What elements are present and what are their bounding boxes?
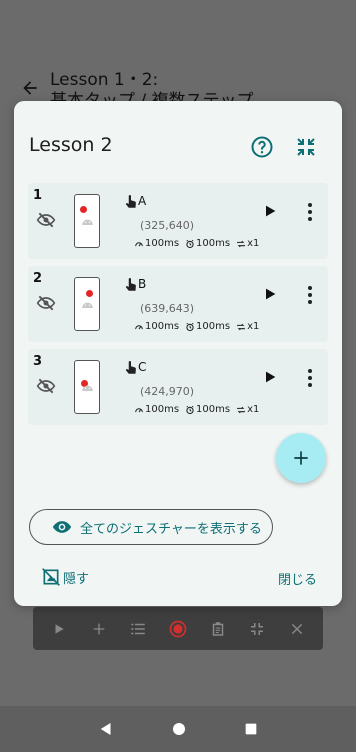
close-button[interactable]: 閉じる: [278, 569, 317, 588]
gesture-list-dialog: Lesson 2 1 A (325,640) 100ms 100ms x1 2: [14, 101, 342, 606]
add-icon: [294, 451, 308, 465]
visibility-off-icon[interactable]: [36, 210, 56, 230]
hide-label: 隠す: [63, 571, 90, 587]
visibility-off-icon[interactable]: [36, 293, 56, 313]
dialog-title: Lesson 2: [29, 134, 113, 156]
hide-button[interactable]: 隠す: [41, 567, 89, 587]
nav-recents-icon[interactable]: [243, 721, 259, 737]
delay-value: 100ms: [196, 321, 231, 332]
play-icon[interactable]: [48, 618, 70, 640]
gesture-card[interactable]: 3 C (424,970) 100ms 100ms x1: [28, 349, 328, 425]
android-icon: [82, 385, 93, 391]
speed-icon: [135, 241, 143, 246]
more-vert-icon[interactable]: [306, 368, 314, 388]
more-vert-icon[interactable]: [306, 285, 314, 305]
tap-point: [80, 206, 87, 213]
repeat-icon: [237, 323, 245, 330]
alarm-icon: [186, 322, 194, 331]
repeat-icon: [237, 240, 245, 247]
close-icon[interactable]: [286, 618, 308, 640]
gesture-name: C: [138, 360, 147, 374]
alarm-icon: [186, 239, 194, 248]
gesture-coords: (639,643): [140, 302, 195, 315]
minimize-icon[interactable]: [294, 135, 318, 159]
gesture-index: 3: [33, 354, 43, 369]
visibility-icon: [52, 521, 72, 533]
gesture-stats: 100ms 100ms x1: [134, 404, 259, 415]
android-icon: [82, 219, 93, 225]
play-icon[interactable]: [262, 369, 278, 385]
help-icon[interactable]: [250, 135, 274, 159]
delay-value: 100ms: [196, 404, 231, 415]
speed-icon: [135, 324, 143, 329]
phone-preview: [74, 360, 100, 414]
duration-value: 100ms: [145, 238, 180, 249]
gesture-name: B: [138, 277, 147, 291]
play-icon[interactable]: [262, 286, 278, 302]
gesture-coords: (325,640): [140, 219, 195, 232]
phone-preview: [74, 194, 100, 248]
back-arrow-icon[interactable]: [20, 78, 40, 98]
repeat-value: x1: [247, 404, 260, 415]
gesture-stats: 100ms 100ms x1: [134, 238, 259, 249]
repeat-value: x1: [247, 238, 260, 249]
collapse-icon[interactable]: [246, 618, 268, 640]
nav-home-icon[interactable]: [170, 720, 188, 738]
gesture-index: 2: [33, 271, 43, 286]
android-icon: [82, 302, 93, 308]
gesture-stats: 100ms 100ms x1: [134, 321, 259, 332]
gesture-coords: (424,970): [140, 385, 195, 398]
duration-value: 100ms: [145, 321, 180, 332]
duration-value: 100ms: [145, 404, 180, 415]
repeat-icon: [237, 406, 245, 413]
clipboard-icon[interactable]: [207, 618, 229, 640]
phone-preview: [74, 277, 100, 331]
show-all-label: 全てのジェスチャーを表示する: [80, 521, 262, 537]
list-icon[interactable]: [127, 618, 149, 640]
speed-icon: [135, 407, 143, 412]
gesture-name: A: [138, 194, 147, 208]
add-gesture-button[interactable]: [276, 433, 326, 483]
nav-back-icon[interactable]: [97, 720, 115, 738]
repeat-value: x1: [247, 321, 260, 332]
gesture-card[interactable]: 2 B (639,643) 100ms 100ms x1: [28, 266, 328, 342]
gesture-index: 1: [33, 188, 43, 203]
system-nav-bar: [0, 706, 356, 752]
alarm-icon: [186, 405, 194, 414]
add-icon[interactable]: [88, 618, 110, 640]
record-icon[interactable]: [167, 618, 189, 640]
hide-icon: [42, 568, 60, 586]
delay-value: 100ms: [196, 238, 231, 249]
gesture-card[interactable]: 1 A (325,640) 100ms 100ms x1: [28, 183, 328, 259]
play-icon[interactable]: [262, 203, 278, 219]
more-vert-icon[interactable]: [306, 202, 314, 222]
visibility-off-icon[interactable]: [36, 376, 56, 396]
show-all-gestures-button[interactable]: 全てのジェスチャーを表示する: [29, 509, 273, 545]
floating-toolbar: [33, 607, 323, 650]
